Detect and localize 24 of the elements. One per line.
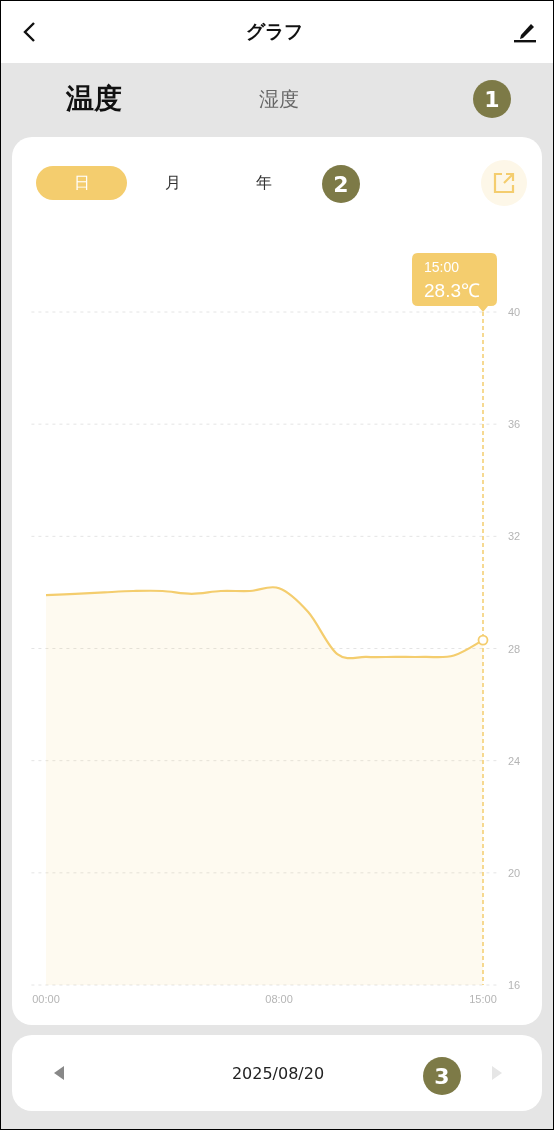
y-axis-label: 36 — [508, 418, 521, 431]
y-axis-label: 24 — [508, 754, 521, 767]
y-axis-label: 32 — [508, 530, 521, 543]
tab[interactable]: 湿度 — [258, 85, 299, 113]
step-marker: 1 — [473, 80, 511, 118]
y-axis-label: 20 — [508, 866, 521, 879]
export-icon — [492, 171, 516, 195]
page-title: グラフ — [246, 19, 303, 44]
x-axis-label: 00:00 — [32, 993, 60, 1005]
tab[interactable]: 温度 — [65, 80, 122, 118]
period-tab[interactable]: 年 — [218, 166, 309, 200]
data-point — [477, 634, 489, 646]
date-label: 2025/08/20 — [231, 1063, 325, 1083]
x-axis-label: 15:00 — [469, 993, 497, 1005]
y-axis-label: 16 — [508, 979, 521, 991]
tooltip-time: 15:00 — [424, 259, 460, 275]
x-axis-label: 08:00 — [265, 993, 293, 1005]
y-axis-label: 28 — [508, 642, 521, 655]
tooltip-value: 28.3℃ — [424, 280, 480, 301]
previous-arrow-icon[interactable] — [52, 1064, 66, 1082]
pencil-icon[interactable] — [513, 21, 537, 43]
period-tab[interactable]: 月 — [127, 166, 218, 200]
y-axis-label: 40 — [508, 306, 521, 318]
back-icon[interactable] — [22, 21, 36, 43]
